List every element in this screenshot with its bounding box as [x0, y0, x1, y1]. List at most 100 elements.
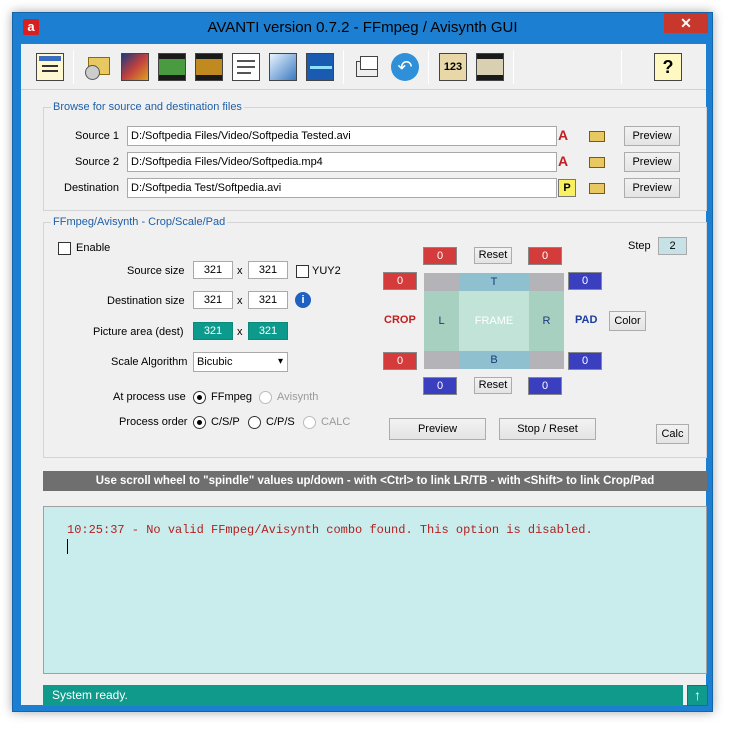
cps-order-label: C/P/S [266, 416, 295, 428]
window-settings-button[interactable] [33, 50, 67, 84]
hint-bar: Use scroll wheel to "spindle" values up/… [43, 471, 707, 491]
title-bar[interactable]: a AVANTI version 0.7.2 - FFmpeg / Avisyn… [13, 13, 712, 41]
picture-height-field: 321 [248, 322, 288, 340]
undo-button[interactable]: ↶ [388, 50, 422, 84]
yuy2-label: YUY2 [312, 265, 341, 277]
browse-group-title: Browse for source and destination files [51, 101, 244, 113]
crop-left-bottom-field[interactable]: 0 [383, 352, 417, 370]
crop-frame: T L FRAME R B [424, 273, 564, 369]
yuy2-checkbox[interactable] [296, 265, 309, 278]
avisynth-radio[interactable] [259, 391, 272, 404]
times-label: x [237, 265, 243, 277]
picture-width-field: 321 [193, 322, 233, 340]
frame-left[interactable]: L [424, 291, 459, 351]
film-strip-button[interactable] [155, 50, 189, 84]
help-button[interactable]: ? [651, 50, 685, 84]
ffmpeg-label: FFmpeg [211, 391, 252, 403]
source-width-field[interactable]: 321 [193, 261, 233, 279]
csp-order-radio[interactable] [193, 416, 206, 429]
frame-right[interactable]: R [529, 291, 564, 351]
step-label: Step [628, 240, 651, 252]
status-bar: System ready. [43, 685, 683, 706]
numbers-button[interactable]: 123 [436, 50, 470, 84]
undo-icon: ↶ [391, 53, 419, 81]
csp-order-label: C/S/P [211, 416, 240, 428]
source2-field[interactable]: D:/Softpedia Files/Video/Softpedia.mp4 [127, 152, 557, 172]
ffmpeg-radio[interactable] [193, 391, 206, 404]
batch-icon [354, 53, 382, 81]
folder-open-icon[interactable] [588, 179, 606, 197]
scale-algorithm-select[interactable]: Bicubic ▾ [193, 352, 288, 372]
source1-label: Source 1 [75, 130, 120, 142]
calc-order-label: CALC [321, 416, 351, 428]
window-title: AVANTI version 0.7.2 - FFmpeg / Avisynth… [207, 19, 518, 36]
log-area[interactable]: 10:25:37 - No valid FFmpeg/Avisynth comb… [43, 506, 707, 674]
scroll-up-button[interactable]: ↑ [687, 685, 708, 706]
film-user-button[interactable] [473, 50, 507, 84]
help-icon: ? [654, 53, 682, 81]
toolbar-separator [513, 50, 514, 84]
toolbar: ↶ 123 ? [21, 44, 706, 90]
calc-order-radio[interactable] [303, 416, 316, 429]
dest-width-field[interactable]: 321 [193, 291, 233, 309]
source1-field[interactable]: D:/Softpedia Files/Video/Softpedia Teste… [127, 126, 557, 146]
pad-top-field[interactable]: 0 [528, 247, 562, 265]
destination-field[interactable]: D:/Softpedia Test/Softpedia.avi [127, 178, 557, 198]
crop-left-field[interactable]: 0 [383, 272, 417, 290]
stop-reset-button[interactable]: Stop / Reset [499, 418, 596, 440]
info-icon[interactable]: i [295, 292, 311, 308]
toolbar-separator [621, 50, 622, 84]
source-height-field[interactable]: 321 [248, 261, 288, 279]
crop-label: CROP [384, 314, 416, 326]
frame-bottom[interactable]: B [459, 351, 529, 369]
cps-order-radio[interactable] [248, 416, 261, 429]
pad-right-bottom-field[interactable]: 0 [568, 352, 602, 370]
folder-open-icon[interactable] [588, 127, 606, 145]
reset-bottom-button[interactable]: Reset [474, 377, 512, 394]
calc-button[interactable]: Calc [656, 424, 689, 444]
script-edit-button[interactable] [266, 50, 300, 84]
batch-button[interactable] [351, 50, 385, 84]
toolbar-separator [343, 50, 344, 84]
pad-right-top-field[interactable]: 0 [568, 272, 602, 290]
film-user-icon [476, 53, 504, 81]
text-caret [67, 539, 68, 554]
source1-preview-button[interactable]: Preview [624, 126, 680, 146]
picture-area-label: Picture area (dest) [93, 326, 184, 338]
frame-top[interactable]: T [459, 273, 529, 291]
open-disc-button[interactable] [81, 50, 115, 84]
reset-top-button[interactable]: Reset [474, 247, 512, 264]
source2-type-icon[interactable]: A [558, 153, 576, 171]
crop-top-field[interactable]: 0 [423, 247, 457, 265]
destination-type-icon[interactable]: P [558, 179, 576, 197]
toolbar-separator [428, 50, 429, 84]
color-button[interactable]: Color [609, 311, 646, 331]
audio-wave-button[interactable] [303, 50, 337, 84]
enable-checkbox[interactable] [58, 242, 71, 255]
process-use-label: At process use [113, 391, 186, 403]
crop-bottom-field[interactable]: 0 [423, 377, 457, 395]
enable-label: Enable [76, 242, 111, 254]
video-edit-button[interactable] [118, 50, 152, 84]
log-line: 10:25:37 - No valid FFmpeg/Avisynth comb… [67, 523, 593, 537]
script-edit-icon [269, 53, 297, 81]
notepad-icon [232, 53, 260, 81]
dest-height-field[interactable]: 321 [248, 291, 288, 309]
source2-label: Source 2 [75, 156, 120, 168]
video-edit-icon [121, 53, 149, 81]
source1-type-icon[interactable]: A [558, 127, 576, 145]
crop-preview-button[interactable]: Preview [389, 418, 486, 440]
source2-preview-button[interactable]: Preview [624, 152, 680, 172]
times-label: x [237, 326, 243, 338]
numbers-icon: 123 [439, 53, 467, 81]
pad-bottom-field[interactable]: 0 [528, 377, 562, 395]
film-strip-icon [158, 53, 186, 81]
folder-open-icon[interactable] [588, 153, 606, 171]
frame-center: FRAME [459, 291, 529, 351]
close-button[interactable]: ✕ [664, 13, 708, 33]
step-field[interactable]: 2 [658, 237, 687, 255]
csp-group-title: FFmpeg/Avisynth - Crop/Scale/Pad [51, 216, 228, 228]
notepad-button[interactable] [229, 50, 263, 84]
destination-preview-button[interactable]: Preview [624, 178, 680, 198]
subtitle-film-button[interactable] [192, 50, 226, 84]
